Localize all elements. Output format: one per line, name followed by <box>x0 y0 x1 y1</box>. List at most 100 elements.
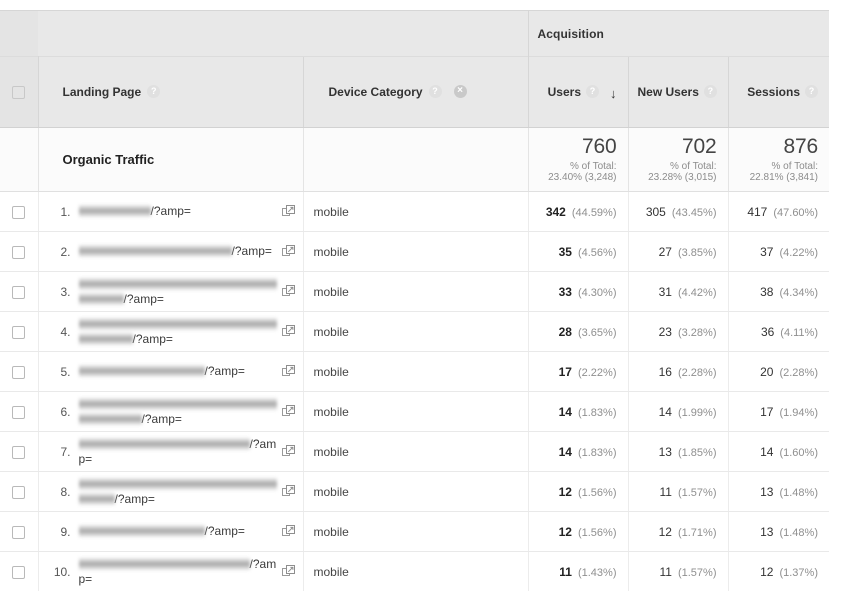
row-checkbox[interactable] <box>12 286 25 299</box>
summary-device-cell <box>303 128 528 192</box>
row-checkbox[interactable] <box>12 566 25 579</box>
group-header-spacer-device-category <box>303 11 528 57</box>
help-icon[interactable]: ? <box>586 85 599 98</box>
help-icon[interactable]: ? <box>147 85 160 98</box>
select-all-checkbox-cell[interactable] <box>0 57 38 128</box>
open-in-new-window-icon[interactable] <box>282 325 295 338</box>
sessions-value: 36 <box>761 325 774 339</box>
row-checkbox-cell[interactable] <box>0 432 38 472</box>
summary-sessions-value: 876 <box>729 135 819 160</box>
landing-page-cell: 10.███████████████████/?amp= <box>38 552 303 591</box>
help-icon[interactable]: ? <box>429 85 442 98</box>
landing-page-link[interactable]: ███████████████████/?amp= <box>79 437 278 467</box>
column-header-users[interactable]: Users ? ↓ <box>528 57 628 128</box>
sessions-percent: (4.11%) <box>780 327 818 339</box>
row-checkbox-cell[interactable] <box>0 232 38 272</box>
users-cell: 11(1.43%) <box>528 552 628 591</box>
sessions-value: 37 <box>760 245 773 259</box>
row-checkbox[interactable] <box>12 406 25 419</box>
landing-page-link[interactable]: ████████/?amp= <box>79 204 278 219</box>
new-users-value: 14 <box>659 405 672 419</box>
new-users-percent: (3.28%) <box>678 327 717 339</box>
help-icon[interactable]: ? <box>805 85 818 98</box>
select-all-checkbox[interactable] <box>12 86 25 99</box>
row-checkbox-cell[interactable] <box>0 312 38 352</box>
help-icon[interactable]: ? <box>704 85 717 98</box>
row-checkbox[interactable] <box>12 326 25 339</box>
new-users-value: 27 <box>659 245 672 259</box>
landing-page-link[interactable]: ██████████████████████████/?amp= <box>79 477 278 507</box>
summary-new-users-cell: 702 % of Total: 23.28% (3,015) <box>628 128 728 192</box>
column-header-new-users-label: New Users <box>638 85 699 99</box>
sessions-percent: (1.48%) <box>779 527 818 539</box>
sessions-value: 13 <box>760 525 773 539</box>
open-in-new-window-icon[interactable] <box>282 445 295 458</box>
row-checkbox-cell[interactable] <box>0 192 38 232</box>
table-row: 10.███████████████████/?amp=mobile11(1.4… <box>0 552 829 591</box>
sort-descending-icon[interactable]: ↓ <box>610 87 617 100</box>
row-index: 3. <box>53 285 75 299</box>
users-percent: (1.56%) <box>578 527 617 539</box>
device-category-cell: mobile <box>303 192 528 232</box>
landing-page-link[interactable]: █████████████████████████████/?amp= <box>79 397 278 427</box>
users-percent: (1.56%) <box>578 487 617 499</box>
landing-page-report-table: Acquisition Landing Page ? Device Catego… <box>0 10 829 591</box>
landing-page-cell: 9.██████████████/?amp= <box>38 512 303 552</box>
open-in-new-window-icon[interactable] <box>282 565 295 578</box>
device-category-cell: mobile <box>303 272 528 312</box>
open-in-new-window-icon[interactable] <box>282 525 295 538</box>
column-header-new-users[interactable]: New Users ? <box>628 57 728 128</box>
row-checkbox[interactable] <box>12 526 25 539</box>
landing-page-link[interactable]: ███████████████████/?amp= <box>79 557 278 587</box>
open-in-new-window-icon[interactable] <box>282 245 295 258</box>
open-in-new-window-icon[interactable] <box>282 405 295 418</box>
users-value: 14 <box>559 405 572 419</box>
group-header-spacer-landing-page <box>38 11 303 57</box>
column-header-landing-page[interactable]: Landing Page ? <box>38 57 303 128</box>
row-checkbox[interactable] <box>12 486 25 499</box>
column-header-sessions[interactable]: Sessions ? <box>728 57 829 128</box>
row-checkbox[interactable] <box>12 366 25 379</box>
new-users-percent: (1.71%) <box>678 527 717 539</box>
users-value: 33 <box>559 285 572 299</box>
open-in-new-window-icon[interactable] <box>282 485 295 498</box>
landing-page-link[interactable]: ███████████████████████████/?amp= <box>79 277 278 307</box>
landing-page-link[interactable]: ██████████████/?amp= <box>79 364 278 379</box>
landing-page-url-suffix: /?amp= <box>151 204 191 218</box>
table-row: 9.██████████████/?amp=mobile12(1.56%)12(… <box>0 512 829 552</box>
summary-checkbox-cell <box>0 128 38 192</box>
landing-page-url-suffix: /?amp= <box>205 524 245 538</box>
table-header-row: Landing Page ? Device Category ? × Users… <box>0 57 829 128</box>
open-in-new-window-icon[interactable] <box>282 205 295 218</box>
column-header-device-category[interactable]: Device Category ? × <box>303 57 528 128</box>
row-checkbox-cell[interactable] <box>0 352 38 392</box>
sessions-percent: (1.48%) <box>779 487 818 499</box>
open-in-new-window-icon[interactable] <box>282 365 295 378</box>
new-users-percent: (1.57%) <box>678 487 717 499</box>
users-value: 17 <box>559 365 572 379</box>
row-checkbox-cell[interactable] <box>0 472 38 512</box>
new-users-value: 11 <box>660 565 672 579</box>
landing-page-link[interactable]: ████████████████████████████/?amp= <box>79 317 278 347</box>
users-percent: (1.43%) <box>578 567 617 579</box>
landing-page-link[interactable]: ██████████████/?amp= <box>79 524 278 539</box>
landing-page-link[interactable]: █████████████████/?amp= <box>79 244 278 259</box>
row-checkbox[interactable] <box>12 246 25 259</box>
landing-page-url-suffix: /?amp= <box>205 364 245 378</box>
new-users-value: 13 <box>659 445 672 459</box>
table-row: 5.██████████████/?amp=mobile17(2.22%)16(… <box>0 352 829 392</box>
row-checkbox-cell[interactable] <box>0 512 38 552</box>
redacted-url: ██████████████ <box>79 364 205 378</box>
summary-segment-label: Organic Traffic <box>38 128 303 192</box>
row-checkbox-cell[interactable] <box>0 272 38 312</box>
remove-dimension-icon[interactable]: × <box>454 85 467 98</box>
row-checkbox[interactable] <box>12 446 25 459</box>
summary-users-value: 760 <box>529 135 617 160</box>
open-in-new-window-icon[interactable] <box>282 285 295 298</box>
row-checkbox[interactable] <box>12 206 25 219</box>
sessions-value: 14 <box>760 445 773 459</box>
row-checkbox-cell[interactable] <box>0 392 38 432</box>
sessions-value: 417 <box>747 205 767 219</box>
row-checkbox-cell[interactable] <box>0 552 38 591</box>
table-group-header-row: Acquisition <box>0 11 829 57</box>
